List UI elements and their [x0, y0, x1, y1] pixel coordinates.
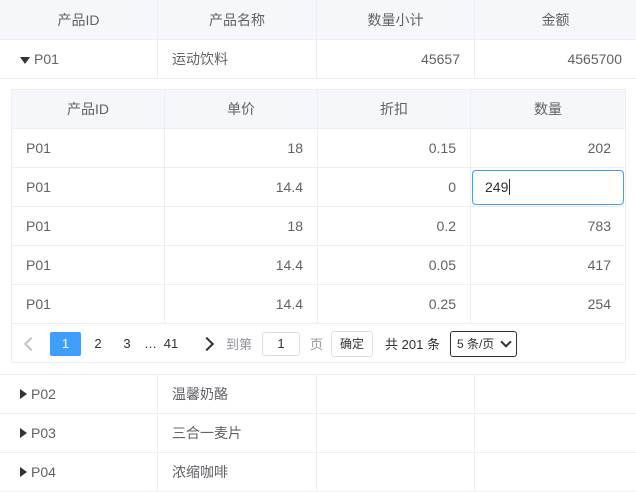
table-row: P01 14.4 0.25 254 [12, 285, 625, 324]
chevron-down-icon [500, 336, 512, 348]
detail-table: 产品ID 单价 折扣 数量 P01 18 0.15 202 P01 14.4 0… [11, 89, 626, 363]
page-unit-label: 页 [310, 337, 324, 352]
row-amount [475, 414, 636, 453]
row-amount [475, 375, 636, 414]
row-qty [317, 375, 475, 414]
table-row: P01 18 0.15 202 [12, 129, 625, 168]
detail-qty[interactable]: 202 [471, 129, 625, 168]
row-name: 浓缩咖啡 [158, 453, 317, 492]
qty-edit-value: 249 [485, 179, 509, 195]
header-product-name: 产品名称 [158, 0, 317, 40]
total-count: 共 201 条 [385, 337, 440, 352]
row-id: P02 [31, 386, 56, 402]
qty-edit-input[interactable]: 249 [472, 169, 624, 205]
detail-header-id: 产品ID [12, 90, 165, 129]
row-name: 运动饮料 [158, 40, 317, 79]
row-id: P04 [31, 464, 56, 480]
detail-price: 18 [165, 207, 318, 246]
page-41[interactable]: 41 [159, 332, 183, 356]
chevron-right-icon [199, 336, 215, 351]
detail-table-header: 产品ID 单价 折扣 数量 [12, 90, 625, 129]
detail-qty-editing-cell[interactable]: 249 [471, 168, 625, 207]
detail-id: P01 [12, 129, 165, 168]
text-cursor [509, 179, 511, 195]
detail-id: P01 [12, 207, 165, 246]
row-amount: 4565700 [475, 40, 636, 79]
page-size-value: 5 条/页 [456, 337, 495, 351]
row-id: P01 [34, 51, 59, 67]
expand-caret-icon[interactable] [20, 389, 27, 399]
table-row: P01 14.4 0.05 417 [12, 246, 625, 285]
row-amount [475, 453, 636, 492]
page-3[interactable]: 3 [115, 332, 139, 356]
detail-price: 18 [165, 129, 318, 168]
page-2[interactable]: 2 [86, 332, 110, 356]
detail-discount: 0.15 [318, 129, 471, 168]
table-row: P01 14.4 0 249 [12, 168, 625, 207]
row-id-cell[interactable]: P02 [0, 375, 158, 414]
prev-page-button[interactable] [12, 336, 50, 351]
detail-id: P01 [12, 246, 165, 285]
row-id-cell[interactable]: P03 [0, 414, 158, 453]
detail-qty[interactable]: 783 [471, 207, 625, 246]
collapse-caret-icon[interactable] [20, 56, 30, 64]
page-1[interactable]: 1 [50, 331, 81, 356]
table-row[interactable]: P04 浓缩咖啡 [0, 453, 636, 492]
pagination: 1 2 3 … 41 到第 1 页 确定 共 201 条 5 条/页 [12, 324, 625, 363]
header-amount: 金额 [475, 0, 636, 40]
row-qty [317, 414, 475, 453]
table-row: P01 18 0.2 783 [12, 207, 625, 246]
detail-discount: 0.25 [318, 285, 471, 324]
detail-qty[interactable]: 417 [471, 246, 625, 285]
row-id-cell[interactable]: P04 [0, 453, 158, 492]
detail-price: 14.4 [165, 285, 318, 324]
goto-page-input[interactable]: 1 [262, 331, 301, 356]
detail-price: 14.4 [165, 168, 318, 207]
detail-discount: 0.05 [318, 246, 471, 285]
header-qty-subtotal: 数量小计 [317, 0, 475, 40]
header-product-id: 产品ID [0, 0, 158, 40]
detail-discount: 0.2 [318, 207, 471, 246]
detail-qty[interactable]: 254 [471, 285, 625, 324]
detail-id: P01 [12, 168, 165, 207]
next-page-button[interactable] [188, 336, 226, 351]
detail-id: P01 [12, 285, 165, 324]
row-id: P03 [31, 425, 56, 441]
row-qty: 45657 [317, 40, 475, 79]
detail-price: 14.4 [165, 246, 318, 285]
row-name: 温馨奶酪 [158, 375, 317, 414]
row-id-cell[interactable]: P01 [0, 40, 158, 79]
confirm-button[interactable]: 确定 [331, 330, 374, 357]
expand-caret-icon[interactable] [20, 428, 27, 438]
table-row-expanded[interactable]: P01 运动饮料 45657 4565700 [0, 40, 636, 79]
detail-header-price: 单价 [165, 90, 318, 129]
page-size-select[interactable]: 5 条/页 [449, 330, 518, 357]
chevron-left-icon [23, 336, 39, 351]
outer-table-header: 产品ID 产品名称 数量小计 金额 [0, 0, 636, 40]
table-row[interactable]: P03 三合一麦片 [0, 414, 636, 453]
goto-label: 到第 [226, 337, 253, 352]
detail-discount: 0 [318, 168, 471, 207]
row-qty [317, 453, 475, 492]
table-row[interactable]: P02 温馨奶酪 [0, 375, 636, 414]
expand-caret-icon[interactable] [20, 467, 27, 477]
row-name: 三合一麦片 [158, 414, 317, 453]
page-ellipsis[interactable]: … [144, 332, 157, 356]
detail-header-qty: 数量 [471, 90, 625, 129]
detail-header-discount: 折扣 [318, 90, 471, 129]
